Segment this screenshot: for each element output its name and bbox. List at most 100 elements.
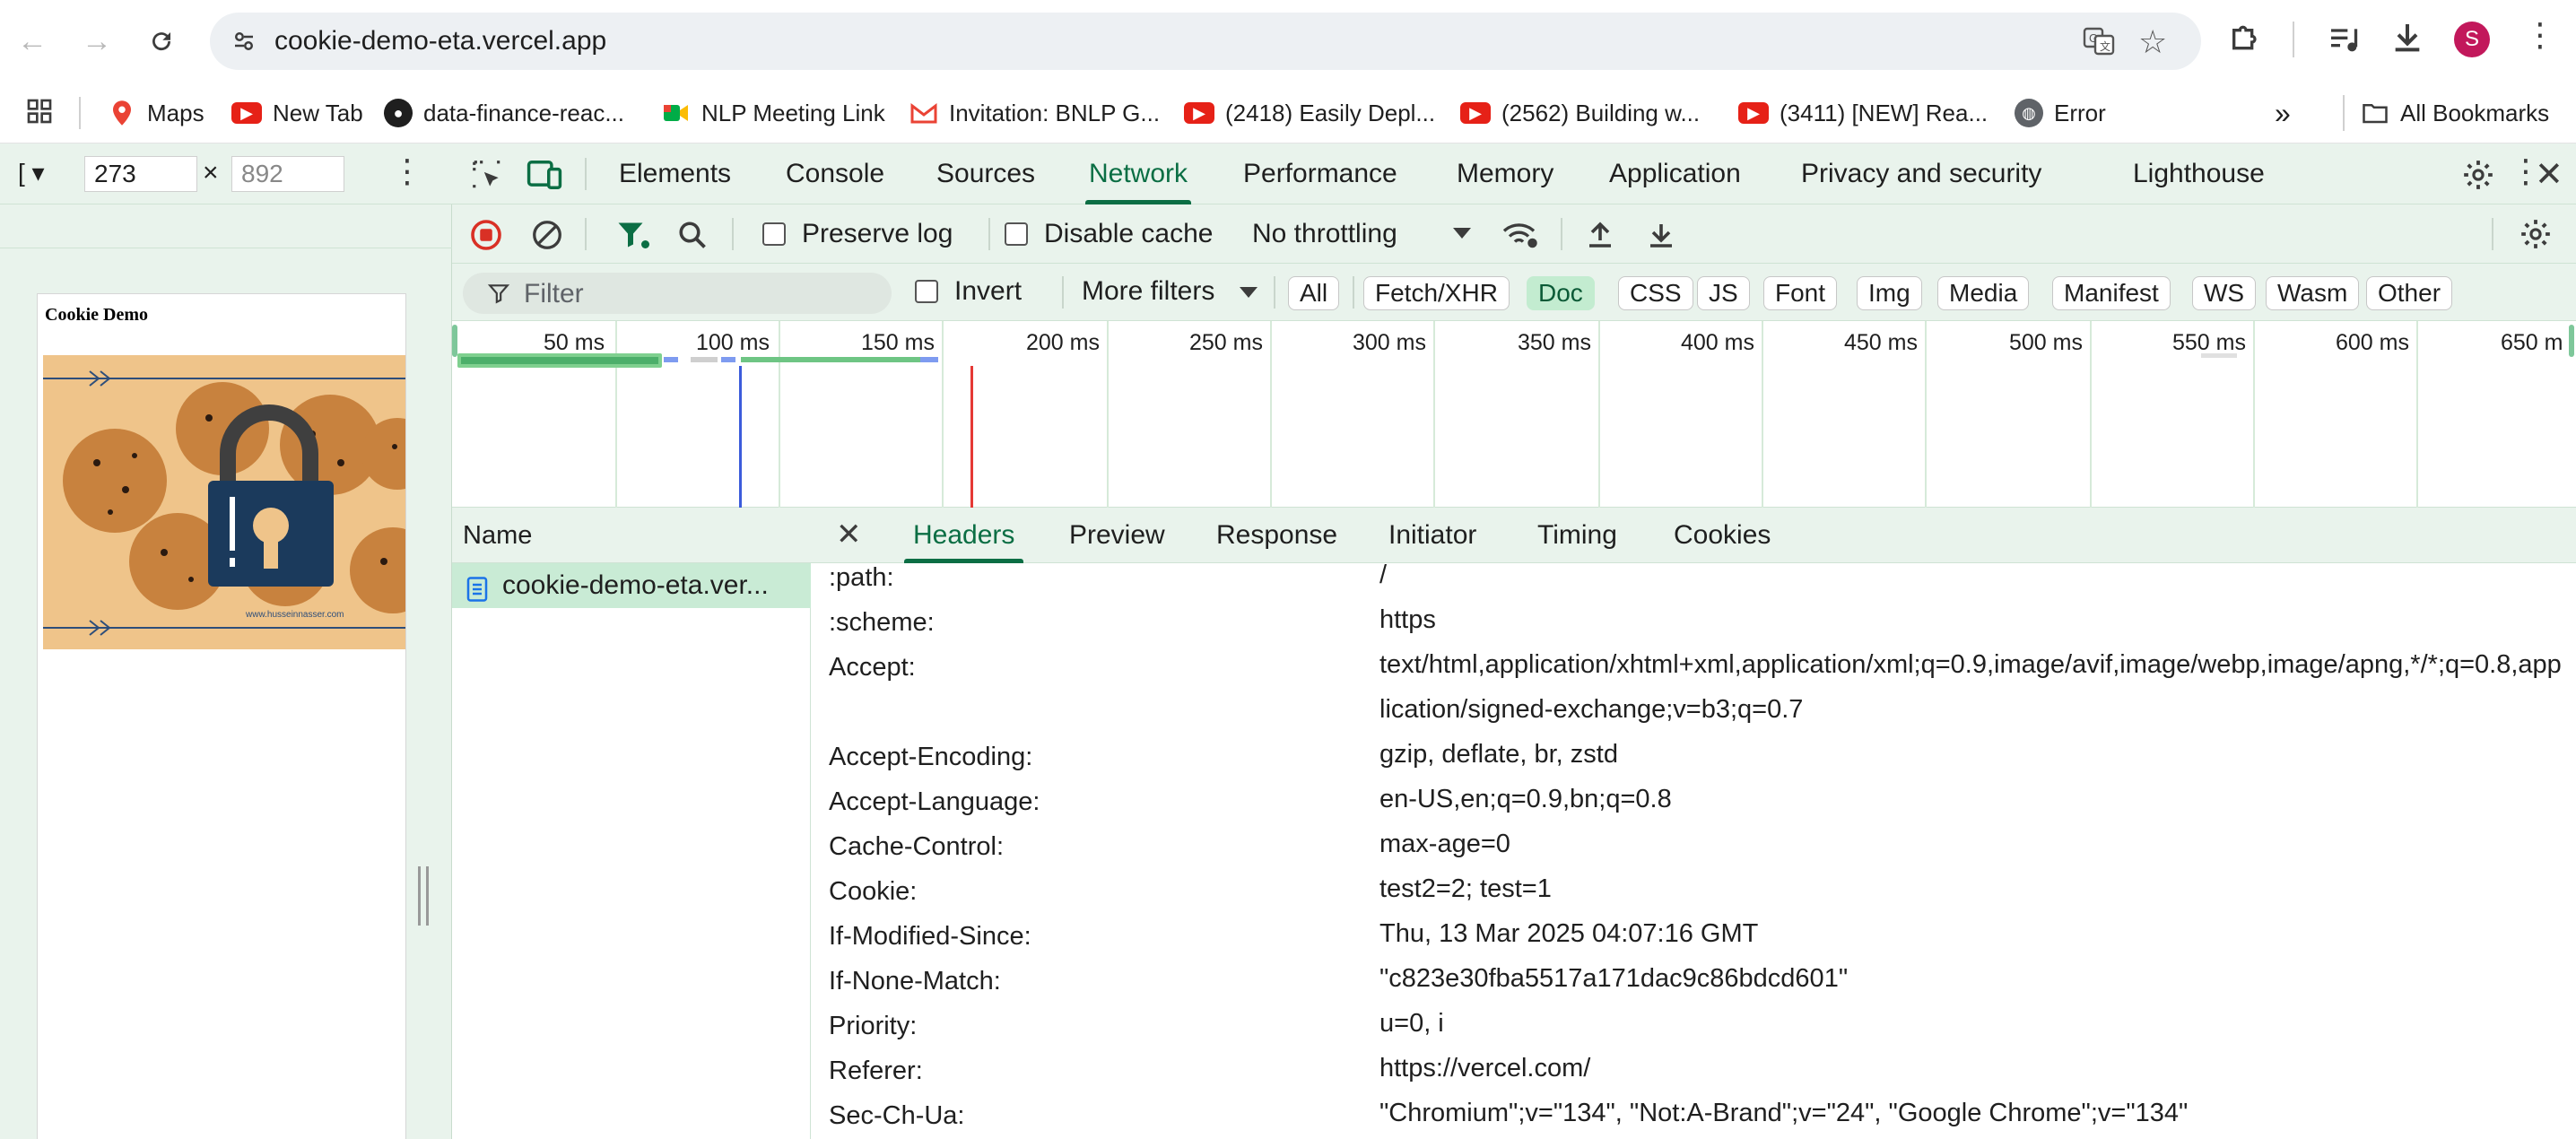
browser-menu-icon[interactable]: ⋮ <box>2524 16 2556 54</box>
bookmark-new-tab[interactable]: ▶ New Tab <box>231 95 363 131</box>
clear-icon[interactable] <box>531 219 563 256</box>
toolbar-divider <box>2492 218 2493 250</box>
tab-sources[interactable]: Sources <box>936 143 1035 204</box>
network-settings-icon[interactable] <box>2519 217 2553 256</box>
tab-network[interactable]: Network <box>1084 143 1192 204</box>
filter-chip-fetch-xhr[interactable]: Fetch/XHR <box>1363 276 1510 310</box>
name-column-header[interactable]: Name <box>452 508 811 563</box>
request-waterfall-bar <box>664 357 678 362</box>
filter-chip-js[interactable]: JS <box>1697 276 1750 310</box>
tab-timing[interactable]: Timing <box>1537 508 1617 563</box>
header-value: test2=2; test=1 <box>1379 874 1552 903</box>
filter-chip-other[interactable]: Other <box>2366 276 2453 310</box>
forward-icon[interactable]: → <box>72 16 122 66</box>
inspect-element-icon[interactable] <box>470 158 504 196</box>
more-filters-dropdown[interactable]: More filters <box>1082 276 1214 307</box>
header-name: Referer: <box>829 1056 923 1085</box>
filter-chip-css[interactable]: CSS <box>1618 276 1693 310</box>
filter-chip-img[interactable]: Img <box>1857 276 1922 310</box>
device-preview-pane: [ ▾ 273 × 892 ⋮ Cookie Demo www.husseinn… <box>0 143 452 1139</box>
tab-initiator[interactable]: Initiator <box>1388 508 1476 563</box>
all-bookmarks-button[interactable]: All Bookmarks <box>2361 95 2549 131</box>
chevron-down-icon[interactable] <box>1240 287 1258 298</box>
filter-input[interactable]: Filter <box>463 273 892 314</box>
timeline-right-handle[interactable] <box>2569 325 2574 357</box>
filter-chip-wasm[interactable]: Wasm <box>2266 276 2360 310</box>
bookmark-data-finance[interactable]: ● data-finance-reac... <box>384 95 624 131</box>
tab-performance[interactable]: Performance <box>1243 143 1397 204</box>
downloads-icon[interactable] <box>2389 20 2425 60</box>
filter-chip-media[interactable]: Media <box>1937 276 2030 310</box>
bookmark-nlp-meeting[interactable]: NLP Meeting Link <box>662 95 885 131</box>
header-value: max-age=0 <box>1379 830 1510 858</box>
disable-cache-checkbox[interactable] <box>1005 222 1028 246</box>
resize-handle[interactable] <box>418 866 429 926</box>
reload-icon[interactable] <box>136 16 187 66</box>
bookmark-2562[interactable]: ▶ (2562) Building w... <box>1460 95 1700 131</box>
device-menu-icon[interactable]: ⋮ <box>391 152 423 190</box>
profile-avatar[interactable]: S <box>2454 22 2490 57</box>
bookmark-star-icon[interactable]: ☆ <box>2138 23 2167 61</box>
device-toolbar: [ ▾ 273 × 892 ⋮ <box>0 143 452 204</box>
apps-grid-icon[interactable] <box>25 97 54 130</box>
tab-preview[interactable]: Preview <box>1069 508 1165 563</box>
page-viewport: Cookie Demo www.husseinnasser.com <box>38 294 405 1139</box>
search-icon[interactable] <box>676 219 709 256</box>
translate-icon[interactable]: G文 <box>2083 27 2115 60</box>
bookmark-maps[interactable]: Maps <box>108 95 205 131</box>
tab-cookies[interactable]: Cookies <box>1674 508 1771 563</box>
address-bar[interactable]: cookie-demo-eta.vercel.app G文 ☆ <box>210 13 2201 70</box>
filter-chip-all[interactable]: All <box>1288 276 1340 310</box>
network-timeline-overview[interactable]: 50 ms 100 ms 150 ms 200 ms 250 ms 300 ms… <box>452 321 2576 508</box>
tab-console[interactable]: Console <box>786 143 884 204</box>
extensions-icon[interactable] <box>2228 20 2264 60</box>
bookmark-2418[interactable]: ▶ (2418) Easily Depl... <box>1184 95 1435 131</box>
filter-chip-doc[interactable]: Doc <box>1527 276 1595 310</box>
close-devtools-icon[interactable]: ✕ <box>2535 154 2563 195</box>
timeline-left-handle[interactable] <box>452 325 457 357</box>
stop-recording-icon[interactable] <box>470 219 502 256</box>
tab-response[interactable]: Response <box>1216 508 1337 563</box>
filter-chip-ws[interactable]: WS <box>2192 276 2257 310</box>
youtube-icon: ▶ <box>231 102 262 124</box>
invert-checkbox[interactable] <box>915 280 938 303</box>
more-bookmarks-icon[interactable]: » <box>2275 95 2291 131</box>
tick-label: 400 ms <box>1681 330 1754 355</box>
site-info-icon[interactable] <box>226 23 262 59</box>
import-har-icon[interactable] <box>1584 219 1616 256</box>
tab-lighthouse[interactable]: Lighthouse <box>2133 143 2265 204</box>
preserve-log-label: Preserve log <box>802 219 953 248</box>
media-control-icon[interactable] <box>2327 22 2363 62</box>
tab-elements[interactable]: Elements <box>619 143 731 204</box>
tab-headers[interactable]: Headers <box>903 508 1024 563</box>
bookmark-3411[interactable]: ▶ (3411) [NEW] Rea... <box>1738 95 1988 131</box>
tab-privacy-security[interactable]: Privacy and security <box>1801 143 2041 204</box>
filter-chip-font[interactable]: Font <box>1763 276 1838 310</box>
export-har-icon[interactable] <box>1645 219 1677 256</box>
throttling-select[interactable]: No throttling <box>1252 219 1397 249</box>
back-icon[interactable]: ← <box>7 16 57 66</box>
bookmark-error[interactable]: ◍ Error <box>2015 95 2106 131</box>
filter-chip-manifest[interactable]: Manifest <box>2052 276 2171 310</box>
image-footer-text: www.husseinnasser.com <box>245 610 344 620</box>
settings-gear-icon[interactable] <box>2461 158 2495 196</box>
tab-memory[interactable]: Memory <box>1457 143 1553 204</box>
preserve-log-checkbox[interactable] <box>762 222 786 246</box>
tick-label: 650 m <box>2501 330 2563 355</box>
toolbar-divider <box>732 218 734 250</box>
device-toggle-icon[interactable] <box>526 158 563 196</box>
device-width-input[interactable]: 273 <box>84 156 197 192</box>
network-conditions-icon[interactable] <box>1501 219 1539 256</box>
header-value: "c823e30fba5517a171dac9c86bdcd601" <box>1379 964 1849 993</box>
header-value: gzip, deflate, br, zstd <box>1379 740 1618 769</box>
device-height-input[interactable]: 892 <box>231 156 344 192</box>
device-select-dropdown[interactable]: [ ▾ <box>18 158 45 187</box>
filter-funnel-icon[interactable] <box>615 219 651 256</box>
svg-text:文: 文 <box>2100 39 2110 53</box>
close-detail-icon[interactable]: ✕ <box>836 517 862 552</box>
chevron-down-icon[interactable] <box>1453 228 1471 239</box>
bookmark-invitation[interactable]: Invitation: BNLP G... <box>909 95 1160 131</box>
request-row[interactable]: cookie-demo-eta.ver... <box>452 563 811 608</box>
tab-application[interactable]: Application <box>1609 143 1741 204</box>
header-name: Accept: <box>829 653 916 682</box>
